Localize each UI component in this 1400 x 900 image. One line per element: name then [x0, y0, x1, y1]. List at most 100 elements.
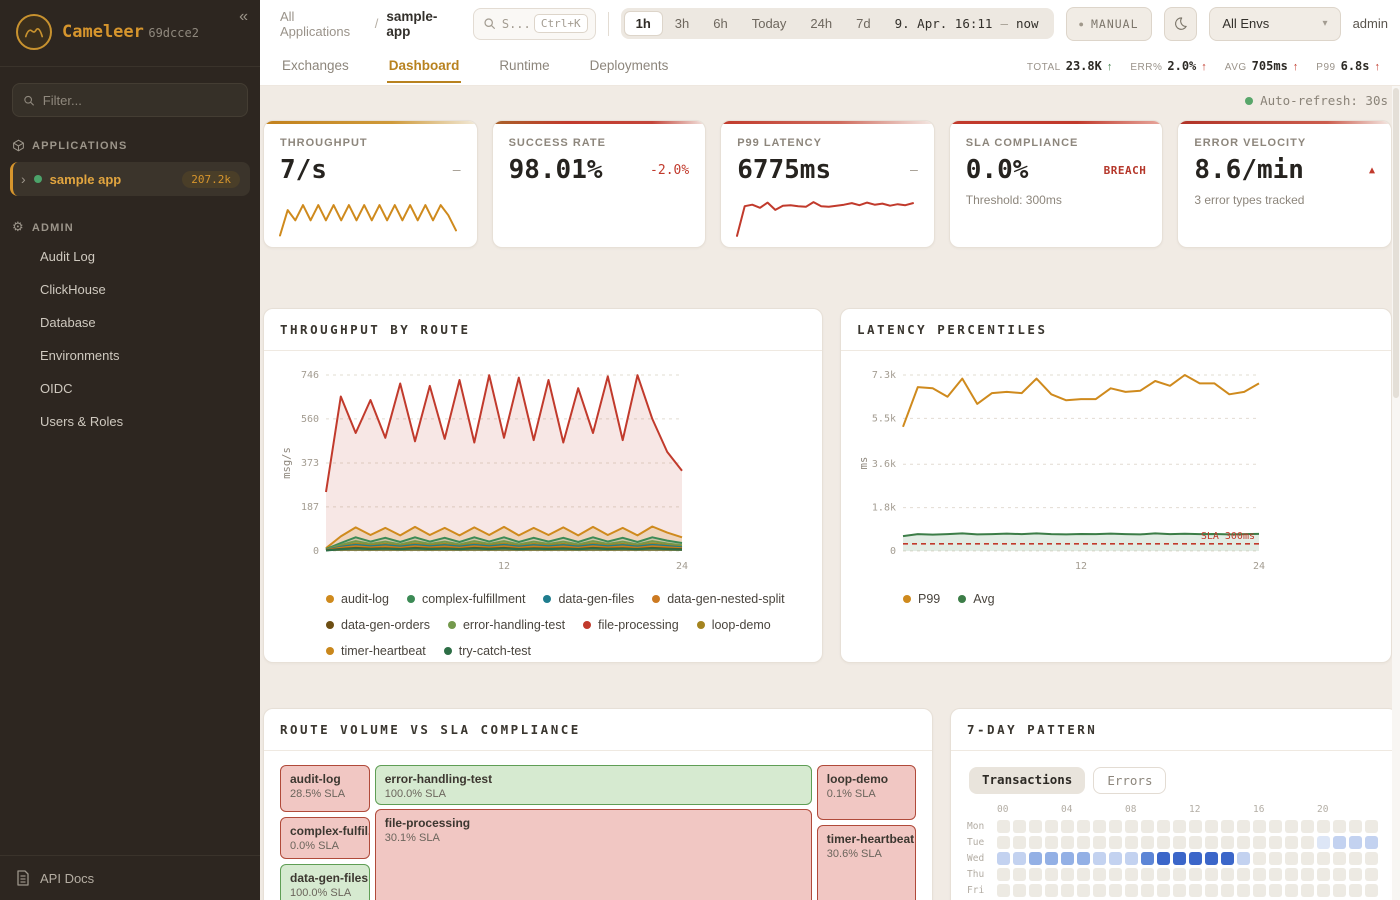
legend-item-complex-fulfillment[interactable]: complex-fulfillment: [407, 592, 526, 606]
cube-icon: [12, 139, 25, 152]
legend-item-error-handling-test[interactable]: error-handling-test: [448, 618, 565, 632]
filter-input[interactable]: [43, 93, 237, 108]
sidebar-item-sample-app[interactable]: › sample app 207.2k: [10, 162, 250, 196]
global-search[interactable]: Ctrl+K: [473, 8, 596, 40]
heatmap-cell: [1173, 836, 1186, 849]
heatmap-cell: [1109, 868, 1122, 881]
kpi-delta: –: [453, 163, 461, 178]
time-range-7d[interactable]: 7d: [844, 11, 882, 36]
time-range-today[interactable]: Today: [740, 11, 799, 36]
time-range-1h[interactable]: 1h: [624, 11, 663, 36]
kpi-label: SLA COMPLIANCE: [966, 137, 1147, 149]
time-range-3h[interactable]: 3h: [663, 11, 701, 36]
heatmap-cell: [1125, 820, 1138, 833]
hour-label: 08: [1125, 804, 1136, 815]
tab-dashboard[interactable]: Dashboard: [387, 49, 462, 83]
dark-mode-toggle[interactable]: [1164, 7, 1198, 41]
heatmap-row-thu: Thu: [967, 866, 1381, 882]
sidebar-item-environments[interactable]: Environments: [0, 340, 260, 371]
stat-err: ERR%2.0%↑: [1130, 59, 1206, 73]
sidebar-item-oidc[interactable]: OIDC: [0, 373, 260, 404]
time-range-6h[interactable]: 6h: [701, 11, 739, 36]
legend-label: P99: [918, 592, 940, 606]
heatmap-cell: [1349, 852, 1362, 865]
svg-text:0: 0: [890, 546, 896, 557]
treemap-tile-complex-fulfil-[interactable]: complex-fulfil...0.0% SLA: [280, 817, 370, 859]
treemap-tile-timer-heartbeat[interactable]: timer-heartbeat30.6% SLA: [817, 825, 916, 900]
scrollbar-thumb[interactable]: [1393, 88, 1399, 398]
time-range-display[interactable]: 9. Apr. 16:11 — now: [883, 16, 1051, 31]
legend-dot-icon: [326, 647, 334, 655]
legend-item-loop-demo[interactable]: loop-demo: [697, 618, 771, 632]
legend-item-try-catch-test[interactable]: try-catch-test: [444, 644, 531, 658]
tab-exchanges[interactable]: Exchanges: [280, 49, 351, 83]
search-input[interactable]: [502, 17, 528, 31]
sidebar-collapse-icon[interactable]: «: [239, 8, 248, 26]
sidebar-item-clickhouse[interactable]: ClickHouse: [0, 274, 260, 305]
legend-item-p99[interactable]: P99: [903, 592, 940, 606]
breach-badge: BREACH: [1104, 164, 1147, 177]
api-docs-label: API Docs: [40, 871, 94, 886]
heatmap-cell: [1077, 884, 1090, 897]
legend-item-data-gen-files[interactable]: data-gen-files: [543, 592, 634, 606]
env-select[interactable]: All Envs ▾: [1209, 7, 1340, 41]
admin-section-label: ⚙ ADMIN: [12, 220, 248, 235]
sidebar-item-api-docs[interactable]: API Docs: [0, 855, 260, 900]
heatmap-cell: [1077, 852, 1090, 865]
heatmap-cell: [1061, 884, 1074, 897]
toggle-errors[interactable]: Errors: [1093, 767, 1166, 794]
treemap-tile-file-processing[interactable]: file-processing 30.1% SLA: [375, 809, 813, 900]
legend-item-data-gen-orders[interactable]: data-gen-orders: [326, 618, 430, 632]
treemap-tile-audit-log[interactable]: audit-log28.5% SLA: [280, 765, 370, 812]
expand-chevron-icon[interactable]: ›: [21, 171, 26, 187]
heatmap-cell: [1013, 884, 1026, 897]
heatmap-cell: [1253, 884, 1266, 897]
treemap-tile-error-handling-test[interactable]: error-handling-test100.0% SLA: [375, 765, 813, 805]
legend-item-timer-heartbeat[interactable]: timer-heartbeat: [326, 644, 426, 658]
panel-title: THROUGHPUT BY ROUTE: [264, 309, 822, 351]
manual-refresh-button[interactable]: ● MANUAL: [1066, 7, 1152, 41]
heatmap-cell: [1125, 884, 1138, 897]
breadcrumb-separator: /: [375, 16, 379, 31]
legend-item-data-gen-nested-split[interactable]: data-gen-nested-split: [652, 592, 784, 606]
tile-name: file-processing: [385, 816, 803, 830]
breadcrumb-all-applications[interactable]: All Applications: [280, 9, 367, 39]
scrollbar-track[interactable]: [1392, 86, 1400, 900]
kpi-error-velocity: ERROR VELOCITY 8.6/min ▲ 3 error types t…: [1177, 120, 1392, 248]
sidebar-item-users-roles[interactable]: Users & Roles: [0, 406, 260, 437]
sidebar-item-audit-log[interactable]: Audit Log: [0, 241, 260, 272]
sidebar-item-database[interactable]: Database: [0, 307, 260, 338]
user-menu[interactable]: admin: [1353, 16, 1390, 31]
svg-text:ms: ms: [858, 457, 870, 470]
breadcrumb-current: sample-app: [386, 9, 460, 39]
stat-label: AVG: [1225, 62, 1247, 73]
heatmap-cell: [1077, 820, 1090, 833]
hour-label: 12: [1189, 804, 1200, 815]
heatmap-cell: [1365, 884, 1378, 897]
kpi-subtext: 3 error types tracked: [1194, 193, 1375, 207]
legend-item-audit-log[interactable]: audit-log: [326, 592, 389, 606]
toggle-transactions[interactable]: Transactions: [969, 767, 1085, 794]
tab-runtime[interactable]: Runtime: [497, 49, 551, 83]
tile-name: complex-fulfil...: [290, 824, 360, 838]
treemap-tile-loop-demo[interactable]: loop-demo0.1% SLA: [817, 765, 916, 820]
treemap-tile-data-gen-files[interactable]: data-gen-files100.0% SLA: [280, 864, 370, 900]
heatmap-cell: [1045, 852, 1058, 865]
day-label: Fri: [967, 885, 997, 896]
sidebar-filter[interactable]: [12, 83, 248, 117]
kpi-delta: -2.0%: [650, 163, 689, 178]
heatmap-cell: [1365, 868, 1378, 881]
heatmap-cell: [1301, 836, 1314, 849]
tile-sla: 30.1% SLA: [385, 832, 803, 844]
heatmap-cell: [1141, 836, 1154, 849]
time-range-24h[interactable]: 24h: [798, 11, 844, 36]
legend-item-file-processing[interactable]: file-processing: [583, 618, 679, 632]
panel-route-sla: ROUTE VOLUME VS SLA COMPLIANCE audit-log…: [263, 708, 933, 900]
legend-item-avg[interactable]: Avg: [958, 592, 994, 606]
summary-stats: TOTAL23.8K↑ERR%2.0%↑AVG705ms↑P996.8s↑: [1027, 59, 1380, 73]
heatmap-cell: [1301, 820, 1314, 833]
tab-deployments[interactable]: Deployments: [588, 49, 671, 83]
heatmap-cell: [1349, 884, 1362, 897]
range-separator: —: [1000, 16, 1008, 31]
trend-arrow-icon: ↑: [1375, 61, 1381, 73]
